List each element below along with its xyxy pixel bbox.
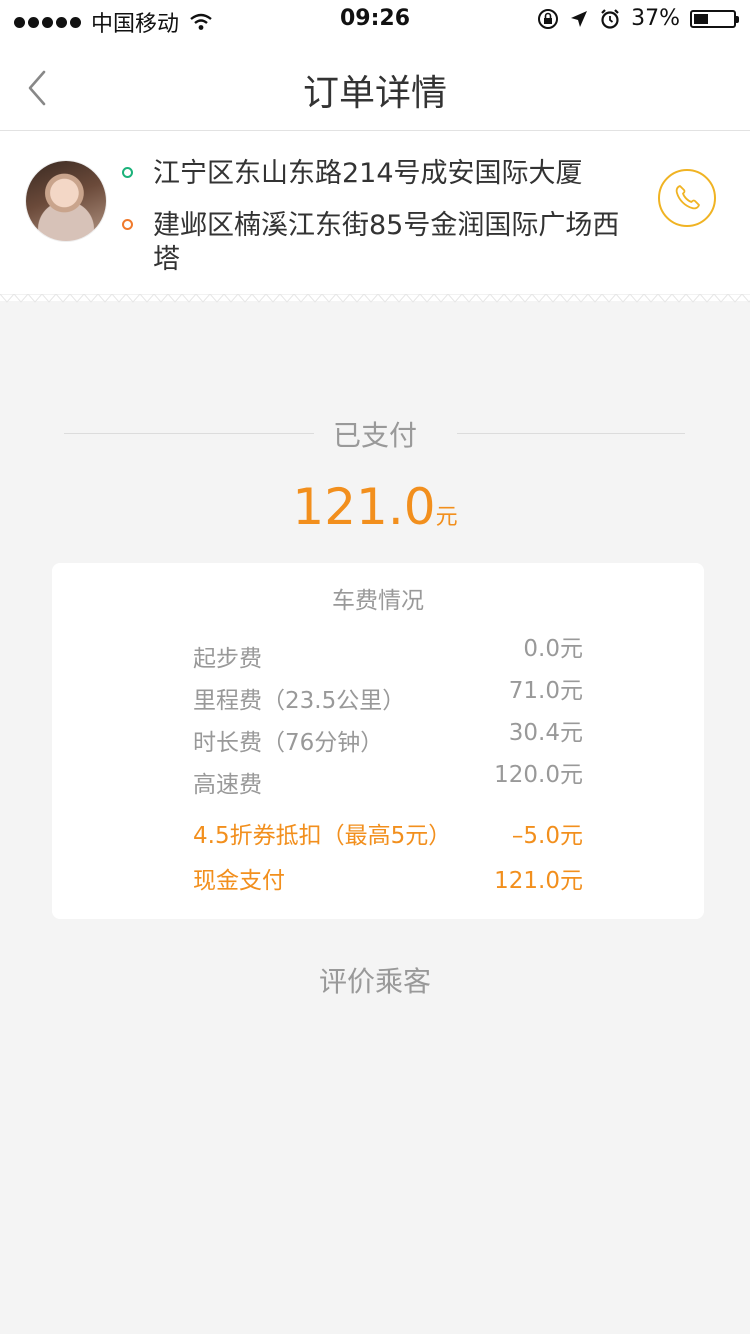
fee-label: 现金支付 — [193, 868, 285, 894]
fee-row-highway: 高速费 120.0元 — [52, 755, 704, 798]
total-amount: 121.0元 — [0, 478, 750, 536]
status-bar: 中国移动 09:26 37% — [0, 0, 750, 40]
fee-value: 120.0元 — [494, 762, 583, 788]
end-address: 建邺区楠溪江东街85号金润国际广场西塔 — [153, 210, 620, 275]
battery-fill — [694, 13, 709, 24]
fee-row-base: 起步费 0.0元 — [52, 629, 704, 672]
passenger-avatar[interactable] — [26, 161, 106, 241]
fee-label: 高速费 — [193, 772, 262, 798]
fee-label: 里程费（23.5公里） — [193, 688, 406, 714]
navigation-bar: 订单详情 — [0, 40, 750, 131]
payment-status-label: 已支付 — [332, 419, 417, 452]
card-zigzag-edge — [0, 294, 750, 303]
fee-label: 4.5折券抵扣（最高5元） — [193, 823, 452, 849]
fee-label: 时长费（76分钟） — [193, 730, 384, 756]
rotation-lock-icon — [538, 8, 559, 29]
rate-passenger-button[interactable]: 评价乘客 — [0, 960, 750, 1000]
end-address-row: 建邺区楠溪江东街85号金润国际广场西塔 — [122, 209, 623, 277]
start-point-icon — [122, 167, 133, 178]
fee-row-cash-payment: 现金支付 121.0元 — [52, 861, 704, 895]
fee-value: –5.0元 — [511, 823, 583, 849]
total-amount-unit: 元 — [435, 505, 458, 530]
end-point-icon — [122, 219, 133, 230]
total-amount-value: 121.0 — [292, 478, 436, 536]
fee-value: 121.0元 — [494, 868, 583, 894]
start-address-row: 江宁区东山东路214号成安国际大厦 — [122, 157, 623, 191]
fee-details-card: 车费情况 起步费 0.0元 里程费（23.5公里） 71.0元 时长费（76分钟… — [52, 563, 704, 919]
fee-value: 30.4元 — [508, 720, 583, 746]
location-arrow-icon — [571, 10, 588, 27]
battery-icon — [690, 9, 739, 28]
trip-address-card: 江宁区东山东路214号成安国际大厦 建邺区楠溪江东街85号金润国际广场西塔 — [0, 131, 750, 301]
fee-row-coupon: 4.5折券抵扣（最高5元） –5.0元 — [52, 816, 704, 850]
fee-value: 0.0元 — [523, 636, 583, 662]
fee-details-title: 车费情况 — [332, 588, 424, 614]
battery-percentage: 37% — [631, 6, 680, 31]
alarm-icon — [601, 8, 619, 29]
fee-row-duration: 时长费（76分钟） 30.4元 — [52, 713, 704, 756]
start-address: 江宁区东山东路214号成安国际大厦 — [153, 158, 583, 189]
fee-label: 起步费 — [193, 646, 262, 672]
page-title: 订单详情 — [302, 73, 447, 114]
fee-value: 71.0元 — [508, 678, 583, 704]
call-passenger-button[interactable] — [658, 169, 716, 227]
phone-icon — [675, 185, 700, 210]
fee-row-distance: 里程费（23.5公里） 71.0元 — [52, 671, 704, 714]
